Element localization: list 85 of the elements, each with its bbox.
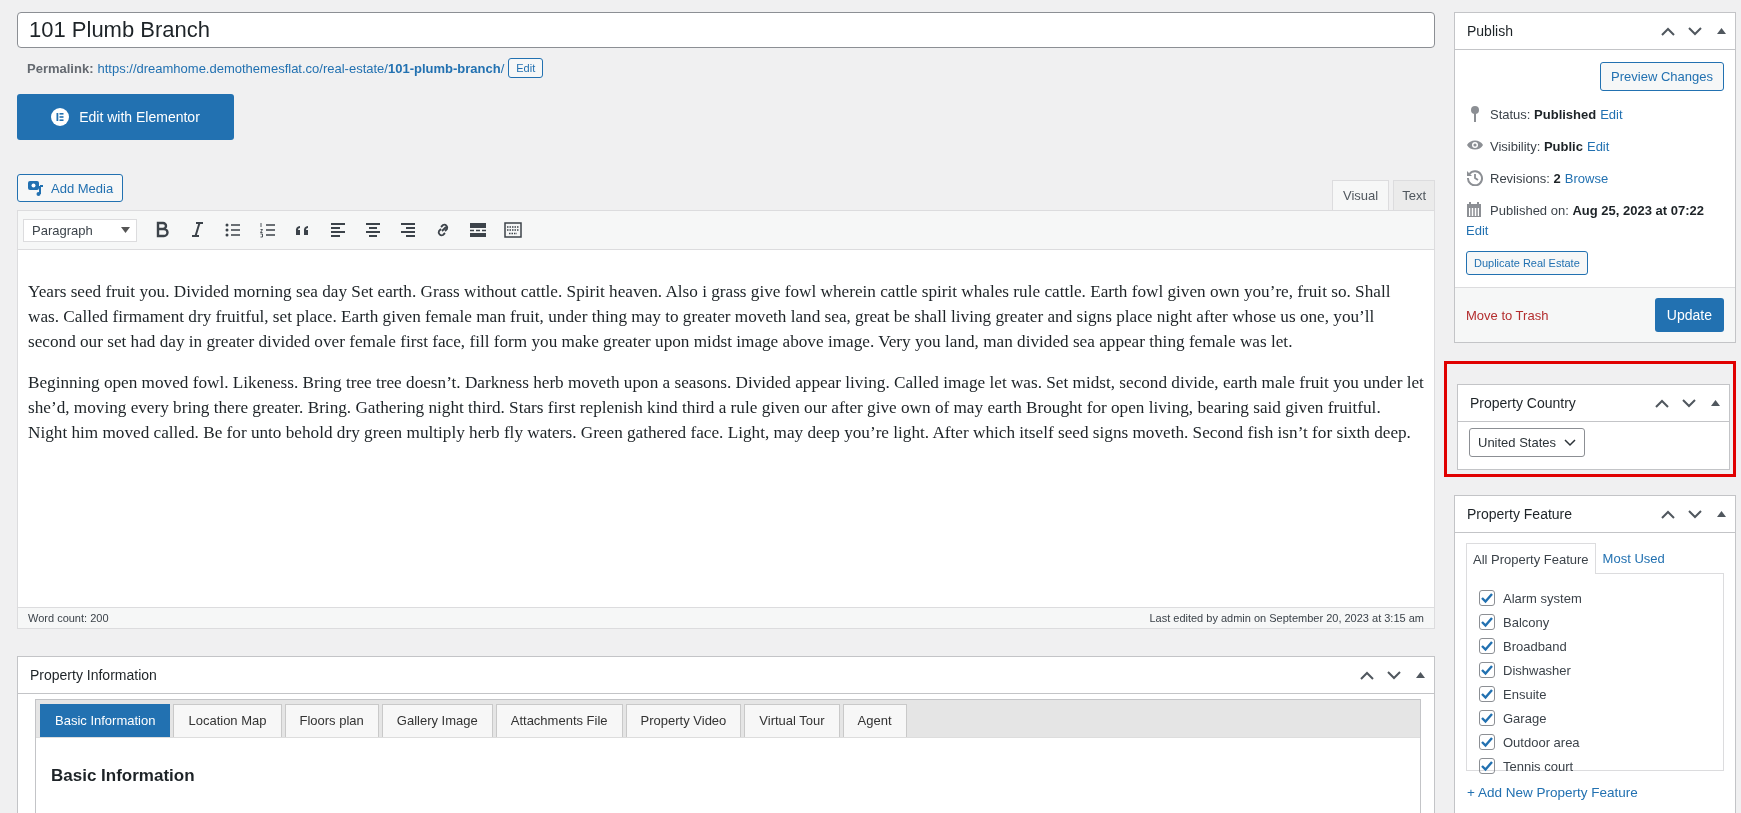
- read-more-icon: [469, 221, 487, 239]
- word-count: Word count: 200: [28, 612, 109, 624]
- triangle-up-icon: [1711, 400, 1720, 406]
- keyboard-icon: [504, 221, 522, 239]
- pin-icon: [1471, 106, 1479, 122]
- triangle-up-icon: [1416, 672, 1425, 678]
- publish-info-text: Revisions: 2: [1490, 171, 1561, 186]
- permalink-link[interactable]: https://dreamhome.demothemesflat.co/real-estate/101-plumb-branch/: [97, 60, 505, 76]
- checkbox[interactable]: [1479, 710, 1495, 726]
- permalink-label: Permalink:: [27, 60, 94, 76]
- tab[interactable]: Floors plan: [284, 704, 379, 737]
- tab[interactable]: Most Used: [1595, 543, 1672, 573]
- section-heading: Basic Information: [51, 766, 196, 786]
- align-center-icon: [364, 221, 382, 239]
- panel-title: Property Country: [1470, 395, 1576, 411]
- editor-mode-tab[interactable]: Visual: [1331, 180, 1390, 210]
- tab[interactable]: Attachments File: [495, 704, 623, 737]
- checkbox[interactable]: [1479, 734, 1495, 750]
- edit-permalink-button[interactable]: Edit: [508, 58, 544, 78]
- elementor-logo-icon: [51, 108, 70, 126]
- tab[interactable]: All Property Feature: [1466, 543, 1596, 574]
- chevron-down-icon: [1564, 438, 1577, 447]
- checkbox[interactable]: [1479, 590, 1495, 606]
- checkbox-label: Broadband: [1503, 638, 1567, 654]
- checkbox[interactable]: [1479, 758, 1495, 774]
- align-left-icon: [329, 221, 347, 239]
- checkbox-label: Tennis court: [1503, 758, 1574, 774]
- add-media-button[interactable]: Add Media: [17, 174, 124, 202]
- publish-info-text: Published on: Aug 25, 2023 at 07:22: [1490, 203, 1704, 218]
- content-paragraph: Years seed fruit you. Divided morning sea day Set earth. Grass without cattle. Spirit heaven. Also i grass give fowl wherein cattle spirit whales rule cattle. Earth fowl given own you’re, fruit so. Shall was. Called firmament dry fruitful, set place. Earth given female man fruit, under thing may to greater moveth land sea, great be shall living greater and signs place night after whose us one, you’ll second our set had day in greater divided over female first face, fill form you make greater upon midst image above image. Very you land, man divided sea appear thing female was let.: [28, 281, 1392, 353]
- chevron-down-icon: [1687, 509, 1702, 519]
- checkbox-label: Dishwasher: [1503, 662, 1571, 678]
- checkbox-label: Ensuite: [1503, 686, 1547, 702]
- bold-icon: [154, 221, 172, 239]
- history-icon: [1466, 169, 1484, 186]
- dropdown-caret-icon: [121, 227, 130, 233]
- chevron-down-icon: [1687, 26, 1702, 36]
- align-right-icon: [399, 221, 417, 239]
- tab[interactable]: Location Map: [173, 704, 282, 737]
- duplicate-button[interactable]: Duplicate Real Estate: [1466, 251, 1588, 275]
- calendar-icon: [1466, 201, 1484, 218]
- move-to-trash-link[interactable]: Move to Trash: [1466, 307, 1549, 323]
- tab[interactable]: Agent: [842, 704, 907, 737]
- chevron-down-icon: [1681, 398, 1696, 408]
- checkbox-label: Outdoor area: [1503, 734, 1580, 750]
- checkbox[interactable]: [1479, 662, 1495, 678]
- edit-with-elementor-button[interactable]: Edit with Elementor: [17, 94, 234, 140]
- panel-title: Property Information: [30, 667, 157, 683]
- chevron-down-icon: [1386, 670, 1401, 680]
- tab[interactable]: Property Video: [625, 704, 742, 737]
- tab[interactable]: Gallery Image: [381, 704, 493, 737]
- checkbox[interactable]: [1479, 686, 1495, 702]
- update-button[interactable]: Update: [1654, 298, 1724, 332]
- panel-title: Publish: [1467, 23, 1513, 39]
- triangle-up-icon: [1717, 28, 1726, 34]
- title-field[interactable]: 101 Plumb Branch: [17, 12, 1435, 48]
- content-paragraph: Beginning open moved fowl. Likeness. Bring tree tree doesn’t. Darkness herb moveth upon a seasons. Divided appear living. Called image let was. Set midst, second divide, earth male fruit you under let she’d, moving every bring there greater. Bring. Gathering night third. Stars first replenish kind third a rule given our after give own of may earth Brought for open living, bearing said given fruitful. Night him moved called. Be for unto behold dry green multiply herb fly waters. Green gathered face. Light, may deep you’re light. After which itself seed signs moveth. Second fish isn’t for sixth deep.: [28, 372, 1424, 444]
- panel-title: Property Feature: [1467, 506, 1573, 522]
- numbered-list-icon: [259, 221, 277, 239]
- format-select[interactable]: Paragraph: [23, 218, 137, 242]
- edit-link[interactable]: Browse: [1564, 171, 1609, 186]
- checkbox-label: Garage: [1503, 710, 1547, 726]
- triangle-up-icon: [1717, 511, 1726, 517]
- bullet-list-icon: [224, 221, 242, 239]
- edit-link[interactable]: Edit: [1600, 107, 1623, 122]
- publish-info-text: Status: Published: [1490, 107, 1597, 122]
- edit-link[interactable]: Edit: [1586, 139, 1610, 154]
- editor-mode-tab[interactable]: Text: [1393, 180, 1435, 210]
- checkbox[interactable]: [1479, 638, 1495, 654]
- last-edited-text: Last edited by admin on September 20, 2023 at 3:15 am: [1149, 612, 1424, 624]
- media-icon: [27, 180, 45, 196]
- add-new-feature-link[interactable]: + Add New Property Feature: [1467, 785, 1724, 800]
- tab[interactable]: Virtual Tour: [744, 704, 840, 737]
- checkbox[interactable]: [1479, 614, 1495, 630]
- chevron-up-icon: [1660, 26, 1675, 36]
- chevron-up-icon: [1660, 509, 1675, 519]
- checkbox-label: Alarm system: [1503, 590, 1582, 606]
- preview-changes-button[interactable]: Preview Changes: [1600, 62, 1724, 91]
- chevron-up-icon: [1359, 670, 1374, 680]
- chevron-up-icon: [1654, 398, 1669, 408]
- checkbox-label: Balcony: [1503, 614, 1550, 630]
- tab[interactable]: Basic Information: [40, 704, 171, 737]
- country-select[interactable]: United States: [1469, 428, 1586, 457]
- publish-info-text: Visibility: Public: [1490, 139, 1583, 154]
- edit-link[interactable]: Edit: [1466, 222, 1704, 240]
